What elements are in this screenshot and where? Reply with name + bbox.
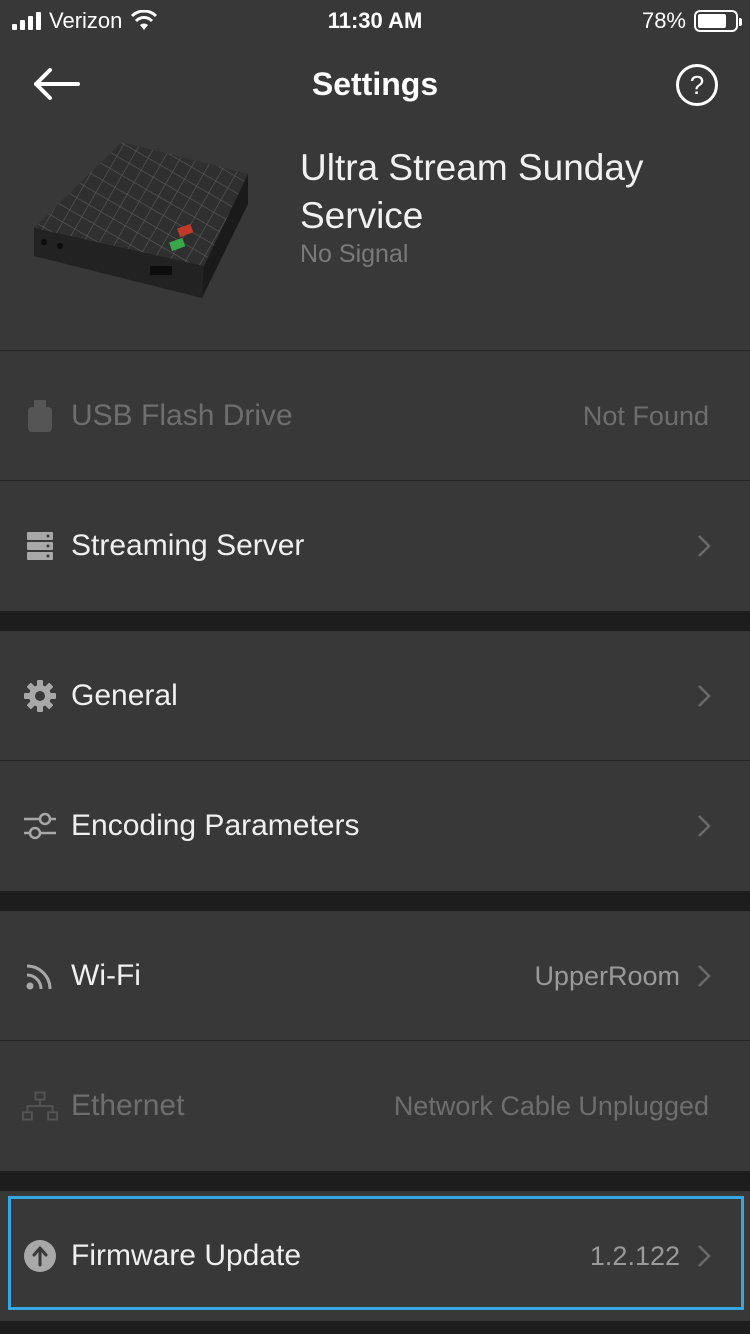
row-label: General [71, 679, 178, 712]
chevron-right-icon [698, 685, 711, 707]
battery-percent: 78% [641, 8, 686, 33]
row-label: Streaming Server [71, 529, 305, 562]
row-label: Ethernet [71, 1089, 185, 1122]
chevron-right-icon [698, 815, 711, 837]
chevron-right-icon [698, 965, 711, 987]
gear-icon [22, 678, 58, 714]
focus-highlight [8, 1196, 744, 1310]
status-bar: Verizon 11:30 AM 78% [0, 0, 750, 40]
settings-screen: Verizon 11:30 AM 78% Settings ? Ultra St… [0, 0, 750, 1334]
row-general[interactable]: General [0, 631, 750, 761]
battery-icon [694, 10, 742, 32]
server-icon [22, 528, 58, 564]
row-ethernet[interactable]: Ethernet Network Cable Unplugged [0, 1041, 750, 1171]
status-time: 11:30 AM [327, 8, 423, 33]
help-icon[interactable]: ? [676, 64, 718, 106]
page-title: Settings [311, 66, 439, 102]
chevron-right-icon [698, 535, 711, 557]
row-wifi[interactable]: Wi-Fi UpperRoom [0, 911, 750, 1041]
device-status: No Signal [300, 240, 409, 268]
row-label: Wi-Fi [71, 959, 141, 992]
wifi-icon [22, 958, 58, 994]
row-value: UpperRoom [534, 960, 680, 991]
row-label: USB Flash Drive [71, 399, 293, 432]
sliders-icon [22, 808, 58, 844]
row-encoding-parameters[interactable]: Encoding Parameters [0, 761, 750, 891]
usb-drive-icon [22, 398, 58, 434]
ethernet-icon [22, 1088, 58, 1124]
status-right: 78% [641, 8, 742, 34]
row-value: Network Cable Unplugged [393, 1090, 709, 1121]
device-image [34, 142, 248, 298]
row-usb-flash-drive[interactable]: USB Flash Drive Not Found [0, 351, 750, 481]
row-value: Not Found [582, 400, 709, 431]
row-streaming-server[interactable]: Streaming Server [0, 481, 750, 611]
row-label: Encoding Parameters [71, 809, 360, 842]
device-name: Ultra Stream Sunday Service [300, 147, 644, 236]
device-header: Settings ? Ultra Stream Sunday Service N… [0, 40, 750, 350]
